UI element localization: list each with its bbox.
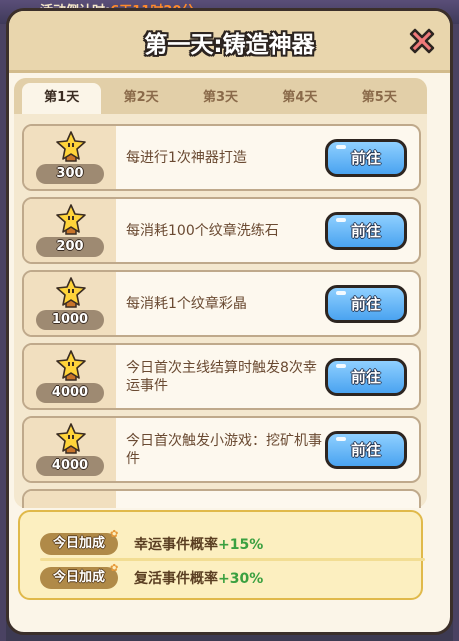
daily-bonus-panel: 今日加成 ✿ 幸运事件概率+15% 今日加成 ✿ 复活事件概率+30% [18, 510, 425, 600]
panel-header: 第一天:铸造神器 [9, 11, 450, 73]
star-trophy-icon [56, 350, 86, 381]
reward-column: 200 [24, 199, 116, 262]
tab-day-4[interactable]: 第4天 [260, 83, 339, 114]
reward-amount: 1000 [36, 310, 104, 330]
reward-column: 4000 [24, 345, 116, 408]
go-button[interactable]: 前往 [325, 285, 407, 323]
bonus-row: 今日加成 ✿ 幸运事件概率+15% [30, 529, 425, 561]
task-description: 每消耗100个纹章洗练石 [126, 222, 279, 239]
paw-icon: ✿ [110, 529, 119, 540]
reward-column: 300 [24, 126, 116, 189]
go-button[interactable]: 前往 [325, 431, 407, 469]
background-right [453, 24, 459, 641]
reward-column [24, 491, 116, 508]
star-trophy-icon [56, 423, 86, 454]
paw-icon: ✿ [110, 563, 119, 574]
go-button[interactable]: 前往 [325, 212, 407, 250]
tab-day-3[interactable]: 第3天 [181, 83, 260, 114]
go-button[interactable]: 前往 [325, 358, 407, 396]
star-trophy-icon [56, 277, 86, 308]
task-description: 每进行1次神器打造 [126, 149, 247, 166]
star-trophy-icon [56, 204, 86, 235]
task-row-partial [22, 489, 421, 508]
bonus-text: 幸运事件概率+15% [134, 537, 264, 553]
reward-column: 4000 [24, 418, 116, 481]
divider [40, 558, 425, 561]
task-row: 300 每进行1次神器打造 前往 [22, 124, 421, 191]
reward-amount: 4000 [36, 383, 104, 403]
bonus-tag: 今日加成 [40, 567, 118, 589]
task-list[interactable]: 300 每进行1次神器打造 前往 200 每消耗100个纹章洗练石 前往 100… [22, 124, 421, 508]
task-row: 4000 今日首次触发小游戏：挖矿机事件 前往 [22, 416, 421, 483]
reward-amount: 4000 [36, 456, 104, 476]
day-tabs: 第1天 第2天 第3天 第4天 第5天 [14, 78, 427, 114]
reward-column: 1000 [24, 272, 116, 335]
reward-amount: 200 [36, 237, 104, 257]
bonus-row: 今日加成 ✿ 复活事件概率+30% [30, 563, 415, 592]
close-button[interactable] [404, 23, 440, 59]
go-button[interactable]: 前往 [325, 139, 407, 177]
star-trophy-icon [56, 131, 86, 162]
task-description: 今日首次主线结算时触发8次幸运事件 [126, 359, 317, 394]
task-description: 每消耗1个纹章彩晶 [126, 295, 247, 312]
panel-title: 第一天:铸造神器 [144, 32, 315, 58]
tab-day-2[interactable]: 第2天 [101, 83, 180, 114]
close-x-icon [409, 28, 435, 54]
task-row: 200 每消耗100个纹章洗练石 前往 [22, 197, 421, 264]
tab-day-1[interactable]: 第1天 [22, 83, 102, 114]
tab-day-5[interactable]: 第5天 [340, 83, 419, 114]
bonus-tag: 今日加成 [40, 533, 118, 555]
task-row: 1000 每消耗1个纹章彩晶 前往 [22, 270, 421, 337]
task-description: 今日首次触发小游戏：挖矿机事件 [126, 432, 322, 467]
task-row: 4000 今日首次主线结算时触发8次幸运事件 前往 [22, 343, 421, 410]
reward-amount: 300 [36, 164, 104, 184]
bonus-text: 复活事件概率+30% [134, 571, 264, 587]
